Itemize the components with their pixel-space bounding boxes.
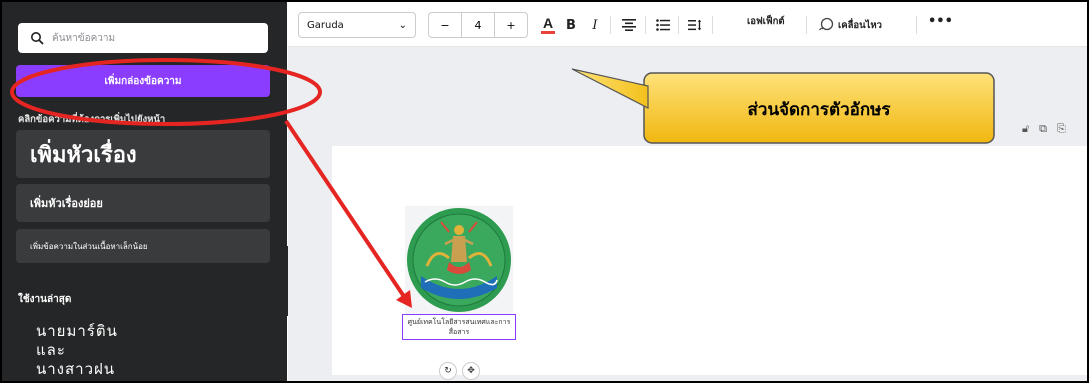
bullet-list-button[interactable] [652,12,674,38]
font-family-dropdown[interactable]: Garuda ⌄ [298,12,416,38]
caption-text-box[interactable]: ศูนย์เทคโนโลยีสารสนเทศและการสื่อสาร [402,314,516,340]
app-window: ค้นหาข้อความ เพิ่มกล่องข้อความ คลิกข้อคว… [2,2,1087,381]
add-heading-button[interactable]: เพิ่มหัวเรื่อง [16,130,270,178]
panel-hint: คลิกข้อความที่ต้องการเพิ่มไปยังหน้า [18,114,166,125]
text-color-button[interactable]: A [538,12,558,38]
bold-icon: B [566,17,576,33]
italic-button[interactable]: I [586,12,604,38]
recent-text-item[interactable]: นายมาร์ติน และ นางสาวฝน [36,322,118,379]
divider [678,16,679,34]
animate-label: เคลื่อนไหว [838,19,882,31]
add-subheading-button[interactable]: เพิ่มหัวเรื่องย่อย [16,184,270,222]
font-size-decrease-button[interactable]: − [429,19,461,32]
rotate-button[interactable]: ↻ [439,362,457,380]
recent-heading: ใช้งานล่าสุด [18,294,72,305]
line-spacing-icon [688,19,702,31]
search-placeholder: ค้นหาข้อความ [52,32,116,44]
font-size-value[interactable]: 4 [462,19,494,32]
animate-icon [819,17,834,31]
recent-text-line: และ [36,341,66,359]
move-button[interactable]: ✥ [462,362,480,380]
duplicate-page-icon[interactable]: ⧉ [1039,122,1057,135]
bold-button[interactable]: B [562,12,580,38]
divider [806,16,807,34]
text-toolbar: Garuda ⌄ − 4 + A B I เอฟเฟ็กต์ เคลื่อนไห… [288,2,1087,47]
add-subheading-label: เพิ่มหัวเรื่องย่อย [30,197,103,210]
line-spacing-button[interactable] [684,12,706,38]
add-page-icon[interactable]: ⎘ [1057,122,1076,135]
add-heading-label: เพิ่มหัวเรื่อง [30,141,137,168]
bullet-list-icon [656,19,670,31]
recent-text-line: นางสาวฝน [36,360,116,378]
search-input[interactable]: ค้นหาข้อความ [18,23,268,53]
italic-icon: I [592,17,598,33]
page-actions: 🔓︎⧉⎘ [1022,122,1076,136]
effects-button[interactable]: เอฟเฟ็กต์ [747,14,785,29]
rotate-icon: ↻ [444,366,452,376]
more-options-button[interactable]: ••• [928,14,953,29]
move-icon: ✥ [467,366,475,376]
font-family-value: Garuda [307,19,344,31]
font-size-increase-button[interactable]: + [495,19,527,32]
divider [916,16,917,34]
callout-label: ส่วนจัดการตัวอักษร [747,100,891,120]
text-panel-sidebar: ค้นหาข้อความ เพิ่มกล่องข้อความ คลิกข้อคว… [2,2,287,381]
recent-text-line: นายมาร์ติน [36,322,118,340]
align-center-icon [622,19,636,31]
text-color-icon: A [541,15,555,34]
svg-text:A: A [543,15,553,31]
add-body-text-button[interactable]: เพิ่มข้อความในส่วนเนื้อหาเล็กน้อย [16,229,270,263]
divider [645,16,646,34]
divider [610,16,611,34]
add-body-text-label: เพิ่มข้อความในส่วนเนื้อหาเล็กน้อย [30,241,148,251]
search-icon [31,32,44,45]
animate-button[interactable]: เคลื่อนไหว [818,12,882,38]
add-textbox-button[interactable]: เพิ่มกล่องข้อความ [16,65,270,97]
font-size-stepper: − 4 + [428,12,528,38]
align-center-button[interactable] [618,12,640,38]
chevron-down-icon: ⌄ [398,19,407,31]
lock-icon[interactable]: 🔓︎ [1022,122,1039,135]
divider [712,16,713,34]
emblem-logo[interactable] [405,206,513,314]
